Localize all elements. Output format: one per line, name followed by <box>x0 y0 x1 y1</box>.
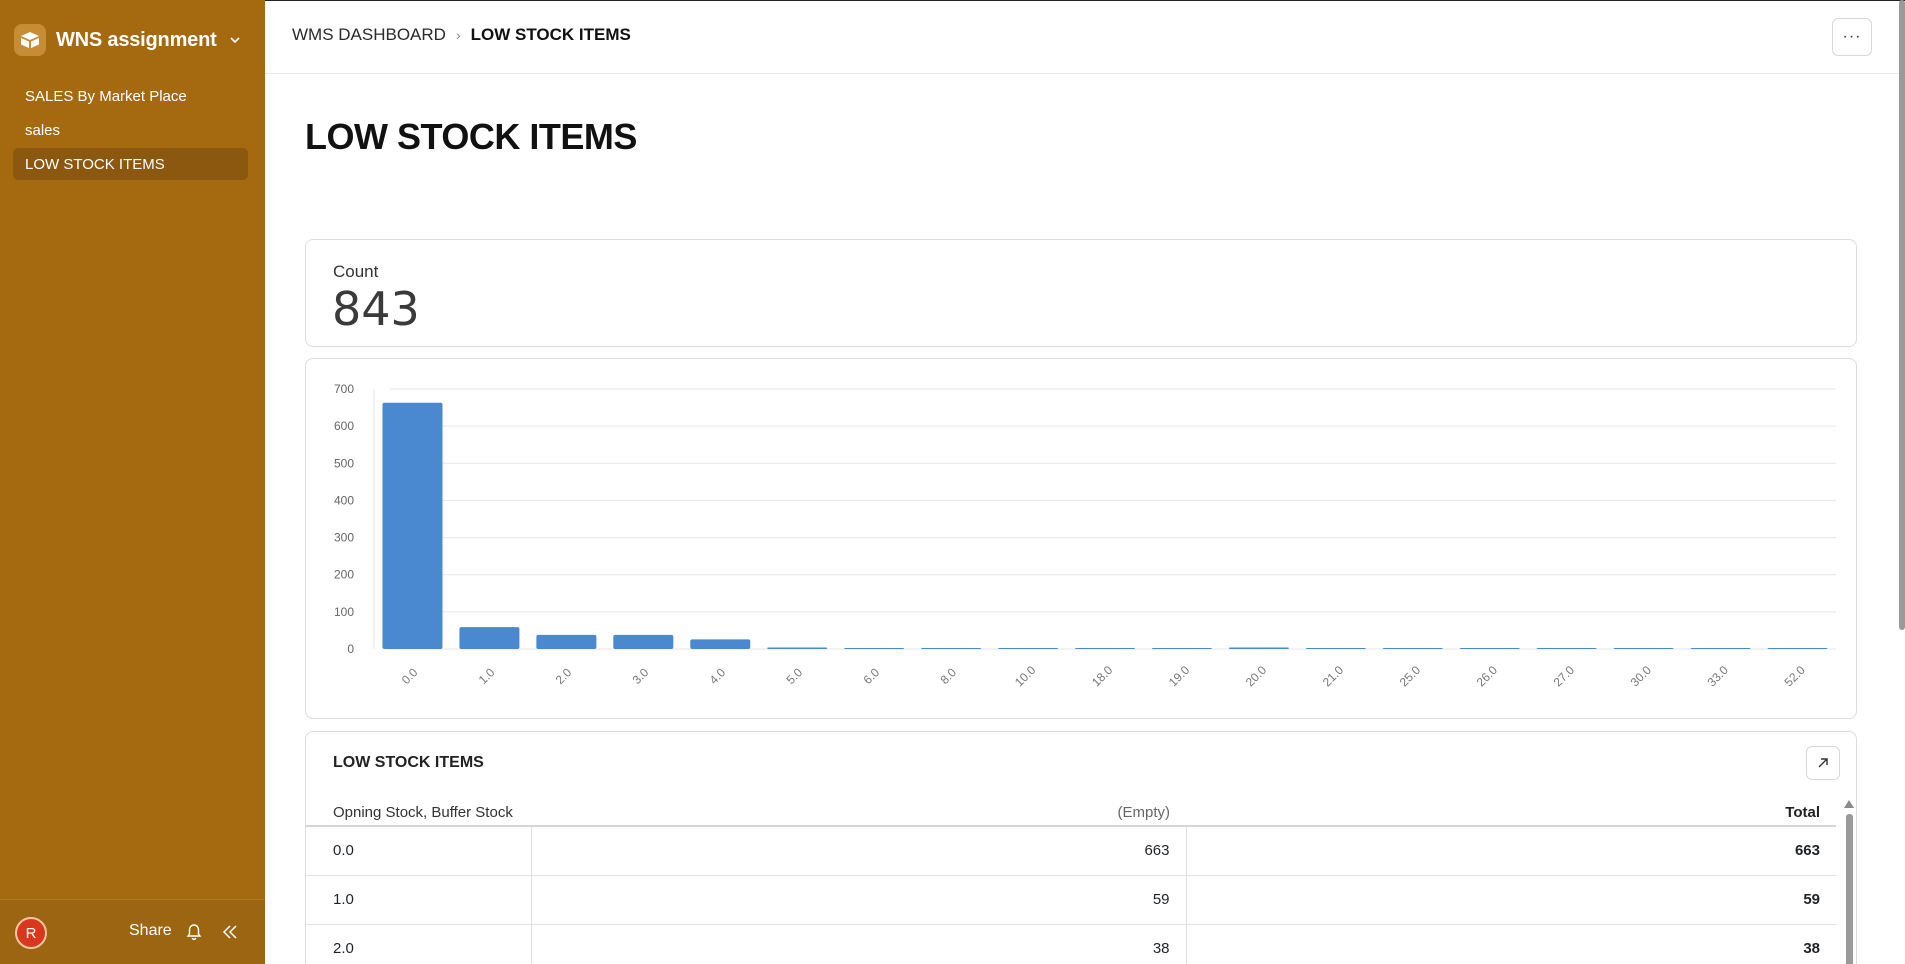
bar-21.0[interactable] <box>1305 648 1366 649</box>
sidebar-item-label: sales <box>25 121 61 139</box>
row-empty-value: 59 <box>531 875 1187 925</box>
workspace-logo-icon <box>14 24 46 56</box>
x-tick-label: 8.0 <box>937 665 959 687</box>
breadcrumb-parent[interactable]: WMS DASHBOARD <box>292 25 446 45</box>
row-total: 38 <box>1186 924 1836 964</box>
x-tick-label: 2.0 <box>553 665 575 687</box>
bar-1.0[interactable] <box>459 627 520 649</box>
x-tick-label: 21.0 <box>1320 663 1347 690</box>
x-tick-label: 1.0 <box>476 665 498 687</box>
bell-icon[interactable] <box>185 923 203 941</box>
bar-0.0[interactable] <box>382 402 443 649</box>
y-tick-label: 500 <box>334 456 354 470</box>
bar-2.0[interactable] <box>536 634 597 649</box>
bar-33.0[interactable] <box>1690 648 1751 649</box>
x-tick-label: 26.0 <box>1474 663 1501 690</box>
collapse-sidebar-icon[interactable] <box>220 922 240 942</box>
x-tick-label: 18.0 <box>1089 663 1116 690</box>
breadcrumb-current: LOW STOCK ITEMS <box>470 25 631 44</box>
row-dimension: 0.0 <box>306 826 532 876</box>
bar-chart: 0 100 200 300 400 500 600 700 0.0 1.0 2.0 3.0 4.0 5.0… <box>334 382 1836 690</box>
x-tick-label: 30.0 <box>1628 663 1655 690</box>
workspace-title: WNS assignment <box>56 28 217 51</box>
main-content: LOW STOCK ITEMS Count 843 0 100 200 300 400 5… <box>265 74 1905 964</box>
bar-chart-card: 0 100 200 300 400 500 600 700 0.0 1.0 2.0 3.0 4.0 5.0… <box>305 358 1857 719</box>
row-empty-value: 38 <box>531 924 1187 964</box>
x-tick-label: 6.0 <box>860 665 882 687</box>
bar-10.0[interactable] <box>998 648 1059 649</box>
sidebar-item-low-stock-items[interactable]: LOW STOCK ITEMS <box>13 148 248 180</box>
share-button[interactable]: Share <box>129 922 172 940</box>
row-dimension: 1.0 <box>306 875 532 925</box>
row-total: 59 <box>1186 875 1836 925</box>
table-row: 0.0 663 663 <box>306 826 1836 876</box>
bar-30.0[interactable] <box>1613 648 1674 649</box>
bar-18.0[interactable] <box>1075 648 1135 649</box>
y-tick-label: 100 <box>334 605 354 619</box>
row-total: 663 <box>1186 826 1836 876</box>
sidebar-item-label: SALES By Market Place <box>25 87 187 105</box>
x-tick-label: 3.0 <box>630 665 652 687</box>
y-tick-label: 0 <box>347 642 354 656</box>
row-empty-value: 663 <box>531 826 1187 876</box>
more-options-button[interactable]: ··· <box>1832 18 1872 56</box>
avatar[interactable]: R <box>15 917 47 949</box>
top-bar: WMS DASHBOARD › LOW STOCK ITEMS ··· <box>265 0 1905 74</box>
table-row: 2.0 38 38 <box>306 924 1836 964</box>
y-tick-label: 300 <box>334 531 354 545</box>
pivot-table-card: LOW STOCK ITEMS Opning Stock, Buffer Sto… <box>305 731 1857 964</box>
breadcrumb-separator-icon: › <box>455 27 461 43</box>
sidebar-item-sales[interactable]: sales <box>13 114 248 146</box>
table-header-row: Opning Stock, Buffer Stock (Empty) Total <box>306 800 1836 827</box>
x-tick-label: 5.0 <box>784 665 806 687</box>
count-value: 843 <box>332 282 420 336</box>
bar-52.0[interactable] <box>1767 648 1828 649</box>
bar-6.0[interactable] <box>844 648 905 649</box>
x-tick-label: 33.0 <box>1705 663 1732 690</box>
workspace-switcher[interactable]: WNS assignment <box>14 22 243 58</box>
x-tick-label: 0.0 <box>399 665 421 687</box>
x-tick-label: 27.0 <box>1551 663 1578 690</box>
row-dimension: 2.0 <box>306 924 532 964</box>
bar-4.0[interactable] <box>690 639 751 649</box>
bar-3.0[interactable] <box>613 634 674 649</box>
sidebar-footer: R Share <box>0 899 265 964</box>
bar-25.0[interactable] <box>1382 648 1443 649</box>
table-title: LOW STOCK ITEMS <box>333 754 484 771</box>
x-tick-label: 10.0 <box>1012 663 1039 690</box>
x-tick-label: 19.0 <box>1166 663 1193 690</box>
expand-button[interactable] <box>1806 746 1840 780</box>
page-scrollbar[interactable] <box>1899 0 1905 630</box>
breadcrumb: WMS DASHBOARD › LOW STOCK ITEMS <box>292 25 631 45</box>
y-tick-label: 200 <box>334 568 354 582</box>
arrow-up-right-icon <box>1818 758 1828 768</box>
pivot-table: Opning Stock, Buffer Stock (Empty) Total… <box>306 800 1836 964</box>
count-label: Count <box>333 262 379 281</box>
x-tick-label: 52.0 <box>1781 663 1808 690</box>
sidebar-item-sales-by-market-place[interactable]: SALES By Market Place <box>13 80 248 112</box>
y-tick-label: 600 <box>334 419 354 433</box>
x-tick-label: 4.0 <box>707 665 729 687</box>
bar-5.0[interactable] <box>767 647 828 649</box>
bar-8.0[interactable] <box>921 648 982 649</box>
sidebar: WNS assignment SALES By Market Place sal… <box>0 0 265 964</box>
chevron-down-icon <box>229 37 240 44</box>
count-card: Count 843 <box>305 239 1857 347</box>
column-header-dimension[interactable]: Opning Stock, Buffer Stock <box>306 800 531 827</box>
bar-20.0[interactable] <box>1228 647 1289 649</box>
column-header-empty[interactable]: (Empty) <box>531 800 1186 827</box>
x-tick-label: 25.0 <box>1397 663 1424 690</box>
sidebar-nav: SALES By Market Place sales LOW STOCK IT… <box>13 80 248 182</box>
y-tick-label: 400 <box>334 493 354 507</box>
x-tick-label: 20.0 <box>1243 663 1270 690</box>
y-tick-label: 700 <box>334 382 354 396</box>
page-title: LOW STOCK ITEMS <box>305 116 637 157</box>
bar-26.0[interactable] <box>1459 648 1520 649</box>
table-scrollbar[interactable] <box>1843 800 1855 964</box>
bar-27.0[interactable] <box>1536 648 1597 649</box>
bar-19.0[interactable] <box>1151 648 1212 649</box>
table-row: 1.0 59 59 <box>306 875 1836 925</box>
sidebar-item-label: LOW STOCK ITEMS <box>25 155 165 173</box>
column-header-total[interactable]: Total <box>1186 800 1836 827</box>
